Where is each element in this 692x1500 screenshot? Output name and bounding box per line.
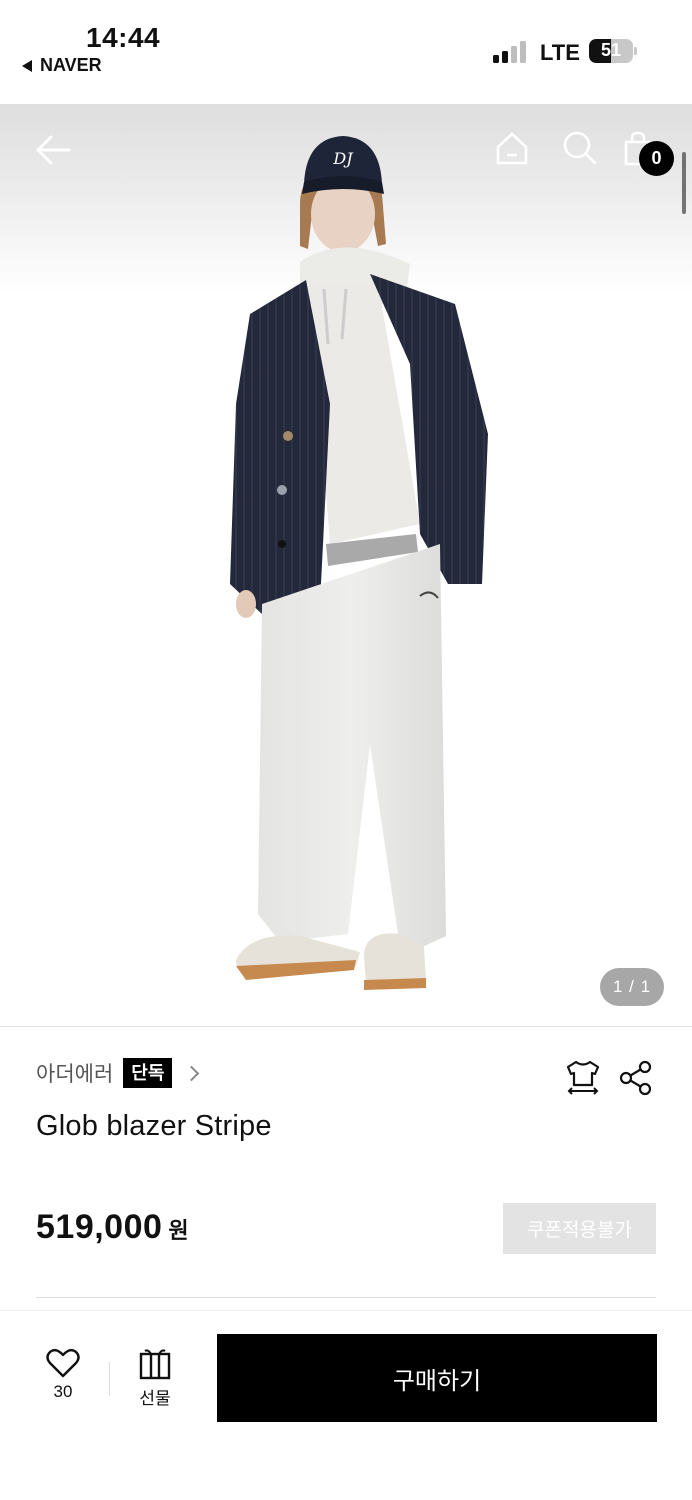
battery-percent: 51 [600,40,622,60]
share-icon[interactable] [618,1060,654,1096]
divider [0,1026,692,1027]
product-price: 519,000 [36,1208,163,1246]
home-icon[interactable] [492,128,532,168]
scrollbar[interactable] [682,152,686,214]
gift-button[interactable]: 선물 [122,1348,188,1409]
battery-icon: 51 [589,39,633,63]
gallery-page-indicator: 1 / 1 [600,968,664,1006]
divider [36,1297,656,1298]
gift-label: 선물 [139,1389,171,1408]
back-arrow-icon[interactable] [30,130,76,170]
product-image-gallery[interactable]: DJ 1 / 1 [0,104,692,1026]
size-guide-icon[interactable] [564,1058,602,1096]
status-time: 14:44 [86,22,161,53]
svg-text:DJ: DJ [332,149,354,168]
like-count: 30 [53,1382,73,1401]
gift-icon [139,1349,171,1380]
brand-name: 아더에러 [36,1063,114,1086]
back-triangle-icon [22,59,32,72]
cart-count-badge: 0 [639,141,674,176]
back-to-app-link[interactable]: NAVER [22,55,102,76]
currency-label: 원 [168,1218,189,1243]
status-bar: 14:44 NAVER LTE 51 [0,0,692,104]
back-app-label: NAVER [40,55,102,75]
search-icon[interactable] [560,128,600,168]
coupon-unavailable-button: 쿠폰적용불가 [503,1203,656,1254]
heart-icon [46,1348,80,1378]
price-row: 519,000 원 [36,1208,189,1247]
product-title: Glob blazer Stripe [36,1110,272,1142]
exclusive-badge: 단독 [123,1058,173,1088]
network-type: LTE [540,40,580,65]
action-bar-divider [0,1310,692,1311]
buy-button[interactable]: 구매하기 [217,1334,657,1422]
action-separator [109,1362,110,1396]
product-photo: DJ [230,136,488,990]
brand-link[interactable]: 아더에러 단독 [36,1058,200,1088]
like-button[interactable]: 30 [30,1348,96,1402]
signal-strength-icon [493,41,526,63]
battery-nub [634,47,637,55]
chevron-right-icon [184,1065,200,1081]
